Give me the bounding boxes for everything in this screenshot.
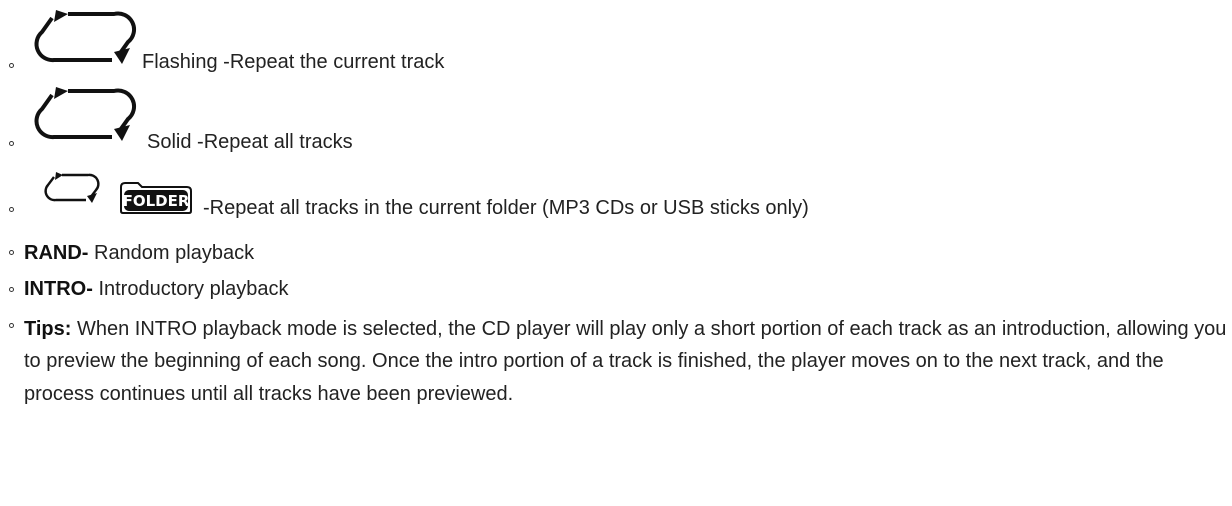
bullet [9,287,14,292]
bullet [9,250,14,255]
bullet [9,141,14,146]
repeat-arrows-icon [34,10,136,64]
repeat-track-text: Flashing -Repeat the current track [142,51,445,73]
bullet [9,207,14,212]
repeat-all-text: Solid -Repeat all tracks [147,131,353,153]
tips-text: When INTRO playback mode is selected, th… [24,318,1227,405]
bullet [9,63,14,68]
rand-label: RAND- [24,242,89,264]
bullet [9,323,14,328]
repeat-folder-text: -Repeat all tracks in the current folder… [203,197,809,219]
tips-paragraph: Tips: When INTRO playback mode is select… [24,313,1229,410]
repeat-arrows-icon [34,87,136,141]
intro-text: Introductory playback [92,278,289,300]
repeat-arrows-icon [44,172,100,203]
folder-badge-label: FOLDER [123,192,190,210]
tips-label: Tips: [24,318,72,340]
folder-badge-icon: FOLDER [120,182,192,214]
rand-text: Random playback [88,242,255,264]
intro-label: INTRO- [24,278,93,300]
